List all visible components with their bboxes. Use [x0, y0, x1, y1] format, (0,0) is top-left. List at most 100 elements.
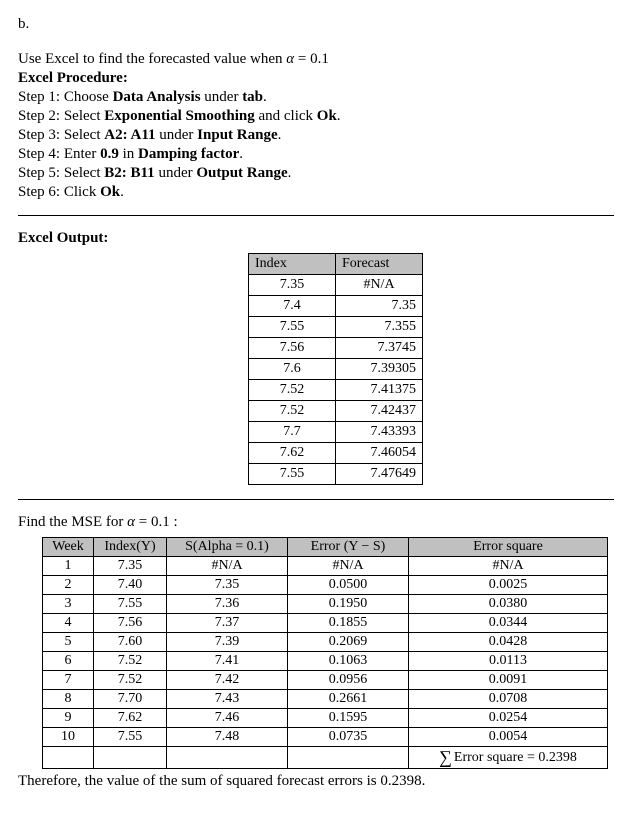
- cell: 3: [43, 595, 94, 614]
- step-text: under: [201, 89, 243, 105]
- mse-table: Week Index(Y) S(Alpha = 0.1) Error (Y − …: [42, 537, 608, 769]
- cell: 0.1595: [288, 709, 409, 728]
- cell: 7.37: [167, 614, 288, 633]
- cell: 7.35: [167, 576, 288, 595]
- step-text: .: [288, 165, 292, 181]
- cell-forecast: 7.3745: [336, 338, 423, 359]
- procedure-heading: Excel Procedure:: [18, 70, 614, 87]
- mse-intro: Find the MSE for α = 0.1 :: [18, 514, 614, 531]
- table-row: 47.567.370.18550.0344: [43, 614, 608, 633]
- divider: [18, 215, 614, 216]
- mse-col-sq: Error square: [409, 538, 608, 557]
- excel-output-table: Index Forecast 7.35#N/A7.47.357.557.3557…: [248, 253, 423, 485]
- step-text: Step 4: Enter: [18, 146, 100, 162]
- alpha-symbol: α: [286, 51, 294, 67]
- step-text: under: [155, 165, 197, 181]
- step-em: Data Analysis: [113, 89, 201, 105]
- sum-value: 0.2398: [538, 750, 577, 765]
- cell: 0.0428: [409, 633, 608, 652]
- step-text: .: [278, 127, 282, 143]
- cell-index: 7.4: [249, 296, 336, 317]
- mse-col-week: Week: [43, 538, 94, 557]
- sigma-icon: ∑: [439, 747, 452, 768]
- table-row: 17.35#N/A#N/A#N/A: [43, 557, 608, 576]
- step-em: Ok: [100, 184, 120, 200]
- table-row: 7.627.46054: [249, 443, 423, 464]
- cell-forecast: 7.39305: [336, 359, 423, 380]
- cell: 7.70: [94, 690, 167, 709]
- cell: #N/A: [167, 557, 288, 576]
- table-row: 7.67.39305: [249, 359, 423, 380]
- cell: 0.0113: [409, 652, 608, 671]
- cell: 7.42: [167, 671, 288, 690]
- table-row: 7.77.43393: [249, 422, 423, 443]
- cell: 6: [43, 652, 94, 671]
- table-row: 107.557.480.07350.0054: [43, 728, 608, 747]
- cell: 7.48: [167, 728, 288, 747]
- cell-index: 7.52: [249, 380, 336, 401]
- step-text: .: [337, 108, 341, 124]
- cell-forecast: 7.355: [336, 317, 423, 338]
- cell: 0.0054: [409, 728, 608, 747]
- out-col-index: Index: [249, 254, 336, 275]
- cell: 7.36: [167, 595, 288, 614]
- step-em: Ok: [317, 108, 337, 124]
- step-text: under: [156, 127, 198, 143]
- cell: 0.0500: [288, 576, 409, 595]
- cell-index: 7.52: [249, 401, 336, 422]
- cell: 7.43: [167, 690, 288, 709]
- conclusion: Therefore, the value of the sum of squar…: [18, 773, 614, 790]
- step-em: B2: B11: [104, 165, 154, 181]
- cell: 7: [43, 671, 94, 690]
- cell: 0.2069: [288, 633, 409, 652]
- intro-line: Use Excel to find the forecasted value w…: [18, 51, 614, 68]
- cell-forecast: 7.43393: [336, 422, 423, 443]
- divider: [18, 499, 614, 500]
- cell: 0.0254: [409, 709, 608, 728]
- cell: #N/A: [288, 557, 409, 576]
- cell: 7.55: [94, 595, 167, 614]
- cell-index: 7.35: [249, 275, 336, 296]
- step-text: and click: [255, 108, 317, 124]
- step-text: Step 5: Select: [18, 165, 104, 181]
- mse-text: Find the MSE for: [18, 514, 127, 530]
- cell-index: 7.55: [249, 317, 336, 338]
- cell: 9: [43, 709, 94, 728]
- step-text: .: [120, 184, 124, 200]
- step-6: Step 6: Click Ok.: [18, 184, 614, 201]
- section-label: b.: [18, 16, 614, 33]
- cell: 8: [43, 690, 94, 709]
- cell: #N/A: [409, 557, 608, 576]
- cell: 0.1950: [288, 595, 409, 614]
- step-4: Step 4: Enter 0.9 in Damping factor.: [18, 146, 614, 163]
- cell-forecast: 7.47649: [336, 464, 423, 485]
- mse-col-err: Error (Y − S): [288, 538, 409, 557]
- cell: 0.0735: [288, 728, 409, 747]
- cell-index: 7.6: [249, 359, 336, 380]
- step-text: Step 1: Choose: [18, 89, 113, 105]
- cell: 0.1063: [288, 652, 409, 671]
- step-text: in: [119, 146, 138, 162]
- cell-forecast: 7.41375: [336, 380, 423, 401]
- alpha-symbol: α: [127, 514, 135, 530]
- step-em: Exponential Smoothing: [104, 108, 254, 124]
- table-row: 27.407.350.05000.0025: [43, 576, 608, 595]
- output-heading: Excel Output:: [18, 230, 614, 247]
- step-em: Damping factor: [138, 146, 239, 162]
- cell: 0.2661: [288, 690, 409, 709]
- cell: 7.56: [94, 614, 167, 633]
- table-row: 7.47.35: [249, 296, 423, 317]
- table-row: 77.527.420.09560.0091: [43, 671, 608, 690]
- cell: 2: [43, 576, 94, 595]
- cell: 7.41: [167, 652, 288, 671]
- step-em: 0.9: [100, 146, 119, 162]
- cell: 0.0708: [409, 690, 608, 709]
- step-3: Step 3: Select A2: A11 under Input Range…: [18, 127, 614, 144]
- cell: 7.60: [94, 633, 167, 652]
- cell-index: 7.62: [249, 443, 336, 464]
- table-row: 67.527.410.10630.0113: [43, 652, 608, 671]
- mse-text: = 0.1 :: [135, 514, 178, 530]
- cell: 0.0956: [288, 671, 409, 690]
- step-2: Step 2: Select Exponential Smoothing and…: [18, 108, 614, 125]
- table-row: 7.557.47649: [249, 464, 423, 485]
